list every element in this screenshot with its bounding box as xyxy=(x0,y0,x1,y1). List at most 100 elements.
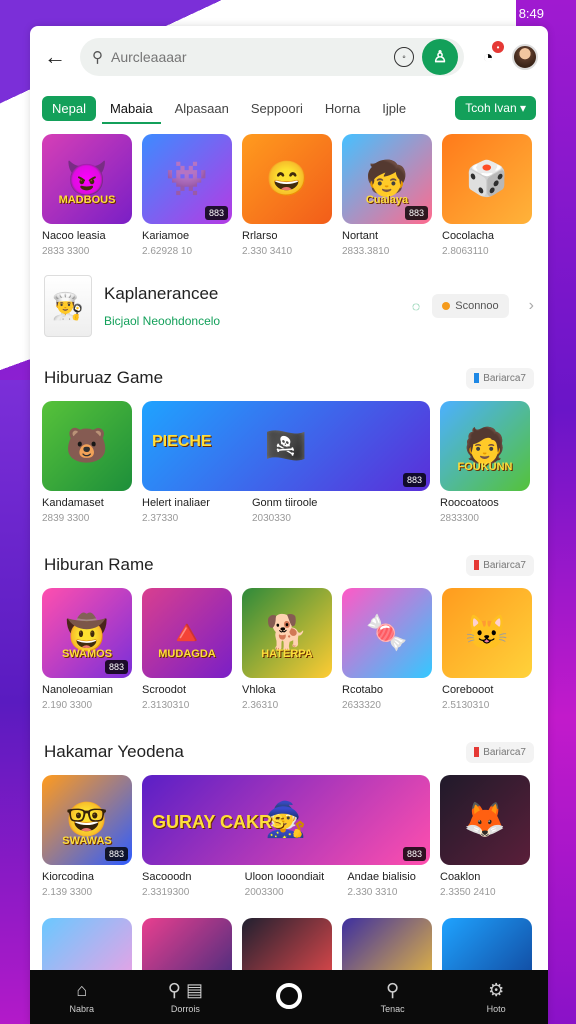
game-tag: 883 xyxy=(104,660,128,674)
nav-browse[interactable]: ⚲ ▤ Dorrois xyxy=(145,980,225,1014)
promo-banner[interactable]: 👨‍🍳 Kaplanerancee Bicjaol Neoohdoncelo ◌… xyxy=(44,275,534,337)
nav-home[interactable]: ⌂ Nabra xyxy=(42,980,122,1014)
avatar[interactable] xyxy=(512,44,538,70)
game-thumbnail: 🐻 xyxy=(42,401,132,491)
promo-chip[interactable]: Sconnoo xyxy=(432,294,509,318)
game-tile[interactable]: 🍬 Rcotabo 2633320 xyxy=(342,588,432,711)
game-name: Nacoo leasia xyxy=(42,230,106,242)
promo-image: 👨‍🍳 xyxy=(44,275,92,337)
home-icon: ⌂ xyxy=(76,980,88,1000)
game-tile[interactable]: 🔺 MUDAGDA Scroodot 2.3130310 xyxy=(142,588,232,711)
game-thumbnail: 😄 xyxy=(242,134,332,224)
game-thumbnail: 🏴‍☠️ PIECHE 883 xyxy=(142,401,430,491)
game-name: Rcotabo xyxy=(342,684,383,696)
section-title: Hiburuaz Game xyxy=(44,368,164,387)
see-more-button[interactable]: Bariarca7 xyxy=(466,367,534,389)
game-meta: 2839 3300 xyxy=(42,513,90,524)
notification-button[interactable]: ◔ • xyxy=(474,41,504,71)
game-tile[interactable]: 🤠 SWAMOS 883 Nanoleoamian 2.190 3300 xyxy=(42,588,132,711)
game-art-icon: 🤠 xyxy=(65,614,109,652)
game-thumbnail: 😺 xyxy=(442,588,532,678)
game-thumbnail: 🎲 xyxy=(442,134,532,224)
game-name: Sacooodn xyxy=(142,871,192,883)
search-icon: ⚲ xyxy=(92,49,103,66)
nav-search[interactable]: ⚲ Tenac xyxy=(353,980,433,1014)
game-name: Scroodot xyxy=(142,684,187,696)
game-art-icon: 🤓 xyxy=(65,801,109,839)
filter-button[interactable]: Tcoh Ivan ▾ xyxy=(455,96,536,120)
category-tabs: Nepal Mabaia Alpasaan Seppoori Horna Ijp… xyxy=(30,88,548,128)
back-arrow-icon: ← xyxy=(44,44,66,69)
game-thumbnail: 🦊 xyxy=(440,775,530,865)
marker-icon xyxy=(474,373,480,383)
tab-horna[interactable]: Horna xyxy=(317,95,368,122)
game-thumbnail: 🤠 SWAMOS 883 xyxy=(42,588,132,678)
tab-alpasaan[interactable]: Alpasaan xyxy=(167,95,237,122)
game-name: Nortant xyxy=(342,230,379,242)
game-tag: 883 xyxy=(104,847,128,861)
search-bar: ⚲ ◦ ♙ xyxy=(80,38,464,76)
game-tile[interactable]: 🎲 Cocolacha 2.8063110 xyxy=(442,134,532,257)
game-meta: 2833300 xyxy=(440,513,479,524)
tab-seppoori[interactable]: Seppoori xyxy=(243,95,311,122)
game-meta: 2833 3300 xyxy=(42,246,90,257)
section-header: Hiburuaz Game Bariarca7 xyxy=(30,363,548,393)
game-art-icon: 🎲 xyxy=(465,160,509,198)
search-icon: ⚲ ▤ xyxy=(167,980,203,1000)
app-window: ← ⚲ ◦ ♙ ◔ • Nepal Mabaia Alpasaan Seppoo… xyxy=(30,26,548,1024)
wifi-icon: ◣ xyxy=(466,6,477,20)
voice-icon[interactable]: ◦ xyxy=(394,47,414,67)
game-meta: 2.62928 10 xyxy=(142,246,193,257)
game-tile[interactable]: 😄 Rrlarso 2.330 3410 xyxy=(242,134,332,257)
record-icon xyxy=(275,982,302,1009)
game-meta: 2003300 xyxy=(244,887,284,898)
nav-record[interactable] xyxy=(249,982,329,1012)
marker-icon xyxy=(474,747,480,757)
game-meta: 2.37330 xyxy=(142,513,179,524)
game-tile[interactable]: 🧒 Cualaya 883 Nortant 2833.3810 xyxy=(342,134,432,257)
chevron-right-icon[interactable]: › xyxy=(529,297,534,315)
tab-ijple[interactable]: Ijple xyxy=(374,95,414,122)
game-art-icon: 🐕 xyxy=(265,614,309,652)
game-meta: 2030330 xyxy=(252,513,291,524)
game-art-icon: 😄 xyxy=(265,160,309,198)
game-tile-featured[interactable]: 🏴‍☠️ PIECHE 883 Helert inaliaer 2.37330 Gon… xyxy=(142,401,430,524)
game-tile-featured[interactable]: 🧙 GURAY CAKRS 883 Sacooodn 2.3319300 Uloon … xyxy=(142,775,430,898)
game-thumbnail: 🧑 FOUKUNN xyxy=(440,401,530,491)
game-tile[interactable]: 🧑 FOUKUNN Roocoatoos 2833300 xyxy=(440,401,530,524)
game-tag: 883 xyxy=(404,206,428,220)
game-art-icon: 🧒 xyxy=(365,160,409,198)
tab-mabaia[interactable]: Mabaia xyxy=(101,93,161,124)
game-tile[interactable]: 🤓 SWAWAS 883 Kiorcodina 2.139 3300 xyxy=(42,775,132,898)
search-input[interactable] xyxy=(111,49,386,65)
game-name: Uloon Iooondiait xyxy=(244,871,325,883)
game-meta: 2.330 3410 xyxy=(242,246,293,257)
section-header: Hakamar Yeodena Bariarca7 xyxy=(30,737,548,767)
game-tile[interactable]: 😈 MADBOUS Nacoo leasia 2833 3300 xyxy=(42,134,132,257)
game-meta: 2.190 3300 xyxy=(42,700,93,711)
game-meta: 2633320 xyxy=(342,700,381,711)
game-tile[interactable]: 🐻 Kandamaset 2839 3300 xyxy=(42,401,132,524)
see-more-button[interactable]: Bariarca7 xyxy=(466,741,534,763)
game-tile[interactable]: 👾 883 Kariamoe 2.62928 10 xyxy=(142,134,232,257)
marker-icon xyxy=(474,560,480,570)
game-name: Cocolacha xyxy=(442,230,494,242)
game-tile[interactable]: 😺 Corebooot 2.5130310 xyxy=(442,588,532,711)
see-more-button[interactable]: Bariarca7 xyxy=(466,554,534,576)
back-button[interactable]: ← xyxy=(40,42,70,72)
game-thumbnail: 🧒 Cualaya 883 xyxy=(342,134,432,224)
game-meta: 2.3350 2410 xyxy=(440,887,496,898)
game-name: Helert inaliaer xyxy=(142,497,210,509)
signal-icon: ▲ xyxy=(484,6,497,20)
gear-icon: ⚙ xyxy=(488,980,505,1000)
game-tile[interactable]: 🦊 Coaklon 2.3350 2410 xyxy=(440,775,530,898)
account-button[interactable]: ♙ xyxy=(422,39,458,75)
game-tile[interactable]: 🐕 HATERPA Vhloka 2.36310 xyxy=(242,588,332,711)
game-row-top: 😈 MADBOUS Nacoo leasia 2833 3300 👾 883 Kar… xyxy=(30,134,548,257)
game-art-icon: 😺 xyxy=(465,614,509,652)
game-name: Roocoatoos xyxy=(440,497,499,509)
game-thumbnail: 🍬 xyxy=(342,588,432,678)
chip-label: Sconnoo xyxy=(455,300,499,312)
tab-nepal[interactable]: Nepal xyxy=(42,95,96,121)
nav-settings[interactable]: ⚙ Hoto xyxy=(456,980,536,1014)
